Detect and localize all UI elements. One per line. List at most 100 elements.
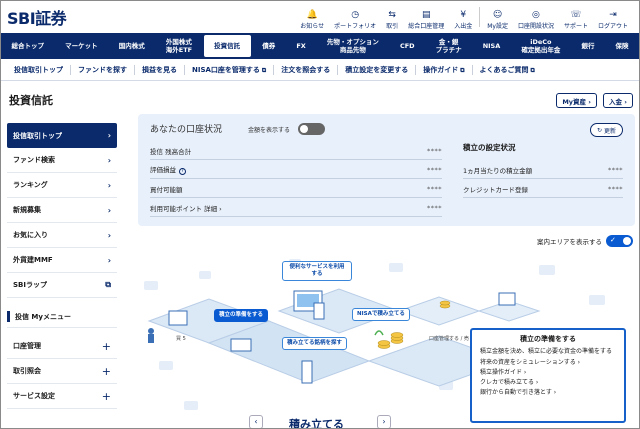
chevron-right-icon: › [107, 131, 111, 140]
header-icon-label: ポートフォリオ [334, 23, 377, 30]
step-title: 積み立てる [289, 418, 344, 429]
sidebar-item-label: ランキング [13, 181, 48, 189]
nav-foreign-stocks[interactable]: 外国株式 海外ETF [155, 33, 202, 59]
support-button[interactable]: ☏ サポート [559, 1, 593, 33]
external-link-icon: ⧉ [530, 66, 535, 74]
savings-preparation-info: 積立の準備をする 積立金額を決め、積立に必要な資金の準備をする 将来の資産をシミ… [470, 328, 626, 423]
subnav-profit-loss[interactable]: 損益を見る [135, 64, 185, 75]
nav-fx[interactable]: FX [286, 33, 317, 59]
sidebar-item-service-settings[interactable]: サービス設定 + [7, 384, 117, 409]
subnav-nisa-manage[interactable]: NISA口座を管理する ⧉ [185, 64, 275, 75]
header-icon-label: お知らせ [300, 23, 325, 30]
subnav-label: 操作ガイド [423, 65, 459, 74]
nav-investment-trusts[interactable]: 投資信託 [203, 35, 251, 57]
subnav-find-funds[interactable]: ファンドを探す [71, 64, 135, 75]
nav-bank[interactable]: 銀行 [571, 33, 605, 59]
toggle-knob [623, 237, 631, 245]
illustration-caption: 口座管理する / 売・ [429, 336, 474, 342]
nav-ideco[interactable]: iDeCo 確定拠出年金 [511, 33, 571, 59]
nav-insurance[interactable]: 保険 [605, 33, 639, 59]
sidebar-item-trade-inquiry[interactable]: 取引照会 + [7, 359, 117, 384]
nav-market[interactable]: マーケット [55, 33, 109, 59]
subnav-label: 損益を見る [142, 65, 177, 74]
row-label: クレジットカード登録 [463, 185, 528, 194]
notices-button[interactable]: 🔔 お知らせ [295, 1, 329, 33]
sidebar-item-new-offerings[interactable]: 新規募集 › [7, 198, 117, 223]
deposit-withdraw-button[interactable]: ¥ 入出金 [449, 1, 477, 33]
sbi-logo[interactable]: SBI証券 [7, 5, 67, 29]
points-detail-link[interactable]: 詳細 › [204, 205, 222, 213]
bubble-nisa-savings[interactable]: NISAで積み立てる [352, 308, 410, 321]
nav-futures-options[interactable]: 先物・オプション 商品先物 [316, 33, 389, 59]
sidebar-item-label: お気に入り [13, 231, 48, 239]
header-icons: 🔔 お知らせ ◷ ポートフォリオ ⇆ 取引 ▤ 総合口座管理 ¥ 入出金 ☺ My設定 ◎ 口… [295, 1, 633, 33]
subnav-change-savings[interactable]: 積立設定を変更する [338, 64, 417, 75]
bubble-find-funds[interactable]: 積み立てる銘柄を探す [282, 337, 348, 350]
my-assets-button[interactable]: My資産 › [556, 93, 597, 108]
subnav-faq[interactable]: よくあるご質問 ⧉ [473, 65, 542, 75]
next-step-button[interactable]: › [377, 415, 391, 428]
plus-icon: + [101, 339, 111, 353]
savings-guide-link[interactable]: 積立操作ガイド › [480, 368, 616, 378]
logout-button[interactable]: ⇥ ログアウト [593, 1, 633, 33]
my-menu-header: 投信 Myメニュー [7, 306, 117, 328]
trade-button[interactable]: ⇆ 取引 [381, 1, 403, 33]
header-icon-label: サポート [563, 23, 588, 30]
sidebar-item-fund-search[interactable]: ファンド検索 › [7, 148, 117, 173]
header-icon-label: ログアウト [597, 23, 628, 30]
guide-area-toggle[interactable]: ✓ [606, 235, 633, 247]
user-icon: ☺ [492, 10, 503, 20]
account-icon: ▤ [421, 10, 431, 20]
subnav-trade-top[interactable]: 投信取引トップ [7, 64, 71, 75]
status-icon: ◎ [532, 10, 540, 20]
header-icon-label: 入出金 [454, 23, 473, 30]
nav-bonds[interactable]: 債券 [252, 33, 286, 59]
header-icon-label: 口座開設状況 [517, 23, 554, 30]
portfolio-button[interactable]: ◷ ポートフォリオ [329, 1, 381, 33]
prev-step-button[interactable]: ‹ [249, 415, 263, 428]
deposit-button[interactable]: 入金 › [603, 93, 633, 108]
sidebar: 投信取引トップ › ファンド検索 › ランキング › 新規募集 › お気に入り › 外貨建… [7, 123, 117, 409]
page-title: 投資信託 [9, 94, 53, 107]
sidebar-item-ranking[interactable]: ランキング › [7, 173, 117, 198]
subnav-order-inquiry[interactable]: 注文を照会する [274, 64, 339, 75]
header-icon-label: My設定 [487, 23, 508, 30]
my-settings-button[interactable]: ☺ My設定 [482, 1, 513, 33]
account-management-button[interactable]: ▤ 総合口座管理 [403, 1, 449, 33]
subnav-label: ファンドを探す [78, 65, 127, 74]
portfolio-icon: ◷ [351, 10, 360, 20]
nav-gold-silver[interactable]: 金・銀 プラチナ [425, 33, 472, 59]
sidebar-item-sbi-wrap[interactable]: SBIラップ ⧉ [7, 273, 117, 298]
subnav-guide[interactable]: 操作ガイド ⧉ [416, 64, 473, 75]
header-icon-label: 総合口座管理 [408, 23, 445, 30]
nav-cfd[interactable]: CFD [389, 33, 425, 59]
help-icon[interactable]: ? [179, 168, 186, 175]
toggle-knob [300, 125, 308, 133]
title-row: 投資信託 My資産 › 入金 › [7, 89, 633, 111]
refresh-button[interactable]: ↻ 更新 [589, 123, 623, 137]
row-value: **** [427, 184, 442, 193]
bank-auto-debit-link[interactable]: 銀行から自動で引き落とす › [480, 388, 616, 398]
sub-nav: 投信取引トップ ファンドを探す 損益を見る NISA口座を管理する ⧉ 注文を照会… [1, 59, 639, 81]
balance-row: 投信 残高合計 **** [150, 142, 442, 160]
deposit-icon: ¥ [460, 10, 467, 20]
credit-card-savings-link[interactable]: クレカで積み立てる › [480, 378, 616, 388]
bubble-prepare-savings[interactable]: 積立の準備をする [214, 309, 269, 322]
header-icon-label: 取引 [386, 23, 399, 30]
sidebar-item-favorites[interactable]: お気に入り › [7, 223, 117, 248]
bubble-convenient-services[interactable]: 便利なサービスを利用 する [282, 261, 352, 281]
subnav-label: 積立設定を変更する [345, 65, 409, 74]
sidebar-item-label: 取引照会 [13, 367, 41, 375]
nav-general-top[interactable]: 総合トップ [1, 33, 55, 59]
sidebar-item-account-management[interactable]: 口座管理 + [7, 334, 117, 359]
sidebar-item-foreign-mmf[interactable]: 外貨建MMF › [7, 248, 117, 273]
nav-domestic-stocks[interactable]: 国内株式 [108, 33, 155, 59]
show-amount-toggle[interactable] [298, 123, 325, 135]
simulate-assets-link[interactable]: 将来の資産をシミュレーションする › [480, 358, 616, 368]
row-value: **** [608, 165, 623, 174]
subnav-label: NISA口座を管理する [192, 65, 260, 74]
sidebar-item-trade-top[interactable]: 投信取引トップ › [7, 123, 117, 148]
row-value: **** [427, 165, 442, 174]
nav-nisa[interactable]: NISA [472, 33, 511, 59]
account-opening-status-button[interactable]: ◎ 口座開設状況 [513, 1, 559, 33]
